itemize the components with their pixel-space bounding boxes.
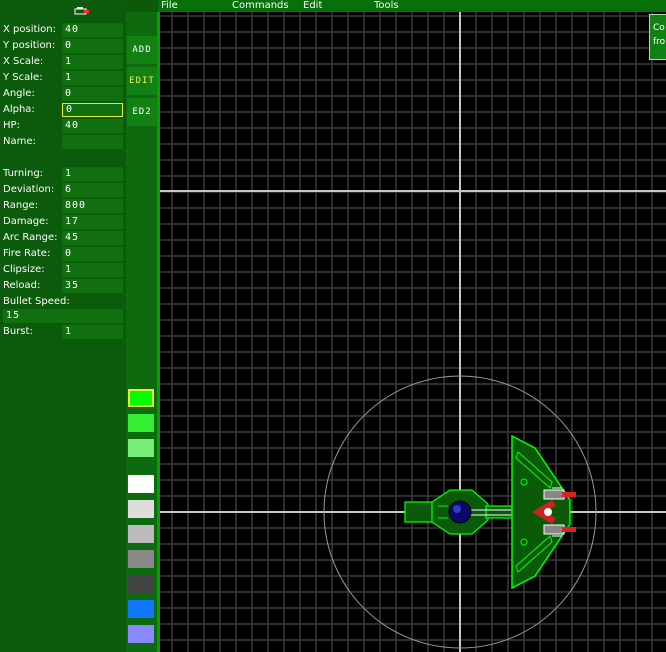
add-mode-button[interactable]: ADD [127, 36, 157, 64]
deviation-row: Deviation: 6 [0, 183, 126, 197]
turning-row: Turning: 1 [0, 167, 126, 181]
clipsize-field[interactable]: 1 [62, 263, 123, 277]
angle-label: Angle: [3, 88, 35, 99]
color-swatch[interactable] [128, 500, 154, 518]
y-scale-label: Y Scale: [3, 72, 43, 83]
gun-barrel-top [543, 489, 565, 500]
alpha-row: Alpha: 0 [0, 103, 126, 117]
arc-range-row: Arc Range: 45 [0, 231, 126, 245]
y-position-field[interactable]: 0 [62, 39, 123, 53]
bullet-speed-field[interactable]: 15 [3, 309, 123, 323]
color-swatch[interactable] [128, 389, 154, 407]
grid-lines [160, 12, 666, 652]
color-swatch[interactable] [128, 575, 154, 593]
gun-barrel-bottom [543, 524, 565, 535]
angle-row: Angle: 0 [0, 87, 126, 101]
alpha-field[interactable]: 0 [62, 103, 123, 117]
damage-row: Damage: 17 [0, 215, 126, 229]
hp-field[interactable]: 40 [62, 119, 123, 133]
range-field[interactable]: 800 [62, 199, 123, 213]
muzzle-top [562, 492, 576, 497]
pivot-orb-icon [448, 500, 472, 524]
color-swatch[interactable] [128, 475, 154, 493]
color-swatch[interactable] [128, 525, 154, 543]
hp-label: HP: [3, 120, 20, 131]
deviation-label: Deviation: [3, 184, 55, 195]
range-row: Range: 800 [0, 199, 126, 213]
tooltip-line-2: fro [653, 37, 666, 47]
x-position-field[interactable]: 40 [62, 23, 123, 37]
burst-field[interactable]: 1 [62, 325, 123, 339]
properties-panel: X position: 40 Y position: 0 X Scale: 1 … [0, 0, 126, 652]
bullet-speed-value-row: 15 [0, 309, 126, 323]
clipsize-row: Clipsize: 1 [0, 263, 126, 277]
color-swatch[interactable] [128, 414, 154, 432]
color-swatch[interactable] [128, 600, 154, 618]
bullet-speed-label: Bullet Speed: [3, 296, 70, 307]
menu-edit[interactable]: Edit [303, 0, 322, 12]
menu-bar: File Commands Edit Tools [158, 0, 666, 12]
menu-commands[interactable]: Commands [232, 0, 289, 12]
edit-mode-button[interactable]: EDIT [127, 67, 157, 95]
ship-part[interactable] [404, 434, 576, 590]
color-swatch[interactable] [128, 439, 154, 457]
color-swatch[interactable] [128, 550, 154, 568]
y-scale-field[interactable]: 1 [62, 71, 123, 85]
turning-label: Turning: [3, 168, 44, 179]
damage-field[interactable]: 17 [62, 215, 123, 229]
y-position-label: Y position: [3, 40, 56, 51]
arc-range-field[interactable]: 45 [62, 231, 123, 245]
x-scale-label: X Scale: [3, 56, 44, 67]
arc-range-label: Arc Range: [3, 232, 58, 243]
fire-rate-field[interactable]: 0 [62, 247, 123, 261]
editor-canvas-svg [160, 12, 666, 652]
reload-field[interactable]: 35 [62, 279, 123, 293]
turning-field[interactable]: 1 [62, 167, 123, 181]
reload-row: Reload: 35 [0, 279, 126, 293]
range-label: Range: [3, 200, 39, 211]
burst-row: Burst: 1 [0, 325, 126, 339]
y-position-row: Y position: 0 [0, 39, 126, 53]
gun-mount-icon [544, 508, 552, 516]
alpha-label: Alpha: [3, 104, 35, 115]
bullet-speed-row: Bullet Speed: [0, 295, 126, 309]
fire-rate-row: Fire Rate: 0 [0, 247, 126, 261]
burst-label: Burst: [3, 326, 33, 337]
name-label: Name: [3, 136, 36, 147]
x-position-label: X position: [3, 24, 57, 35]
x-scale-field[interactable]: 1 [62, 55, 123, 69]
y-scale-row: Y Scale: 1 [0, 71, 126, 85]
turret-preview-icon [74, 7, 89, 15]
x-position-row: X position: 40 [0, 23, 126, 37]
muzzle-bottom [562, 527, 576, 532]
orb-highlight [453, 505, 461, 513]
tooltip-line-1: Co [653, 23, 665, 33]
fire-rate-label: Fire Rate: [3, 248, 51, 259]
hp-row: HP: 40 [0, 119, 126, 133]
x-scale-row: X Scale: 1 [0, 55, 126, 69]
menu-file[interactable]: File [161, 0, 178, 12]
angle-field[interactable]: 0 [62, 87, 123, 101]
menu-tools[interactable]: Tools [374, 0, 399, 12]
reload-label: Reload: [3, 280, 41, 291]
damage-label: Damage: [3, 216, 49, 227]
name-row: Name: [0, 135, 126, 149]
name-field[interactable] [62, 135, 123, 149]
ed2-mode-button[interactable]: ED2 [127, 98, 157, 126]
tooltip: Co fro [649, 14, 666, 60]
clipsize-label: Clipsize: [3, 264, 45, 275]
color-swatch[interactable] [128, 625, 154, 643]
deviation-field[interactable]: 6 [62, 183, 123, 197]
editor-canvas[interactable] [160, 12, 666, 652]
